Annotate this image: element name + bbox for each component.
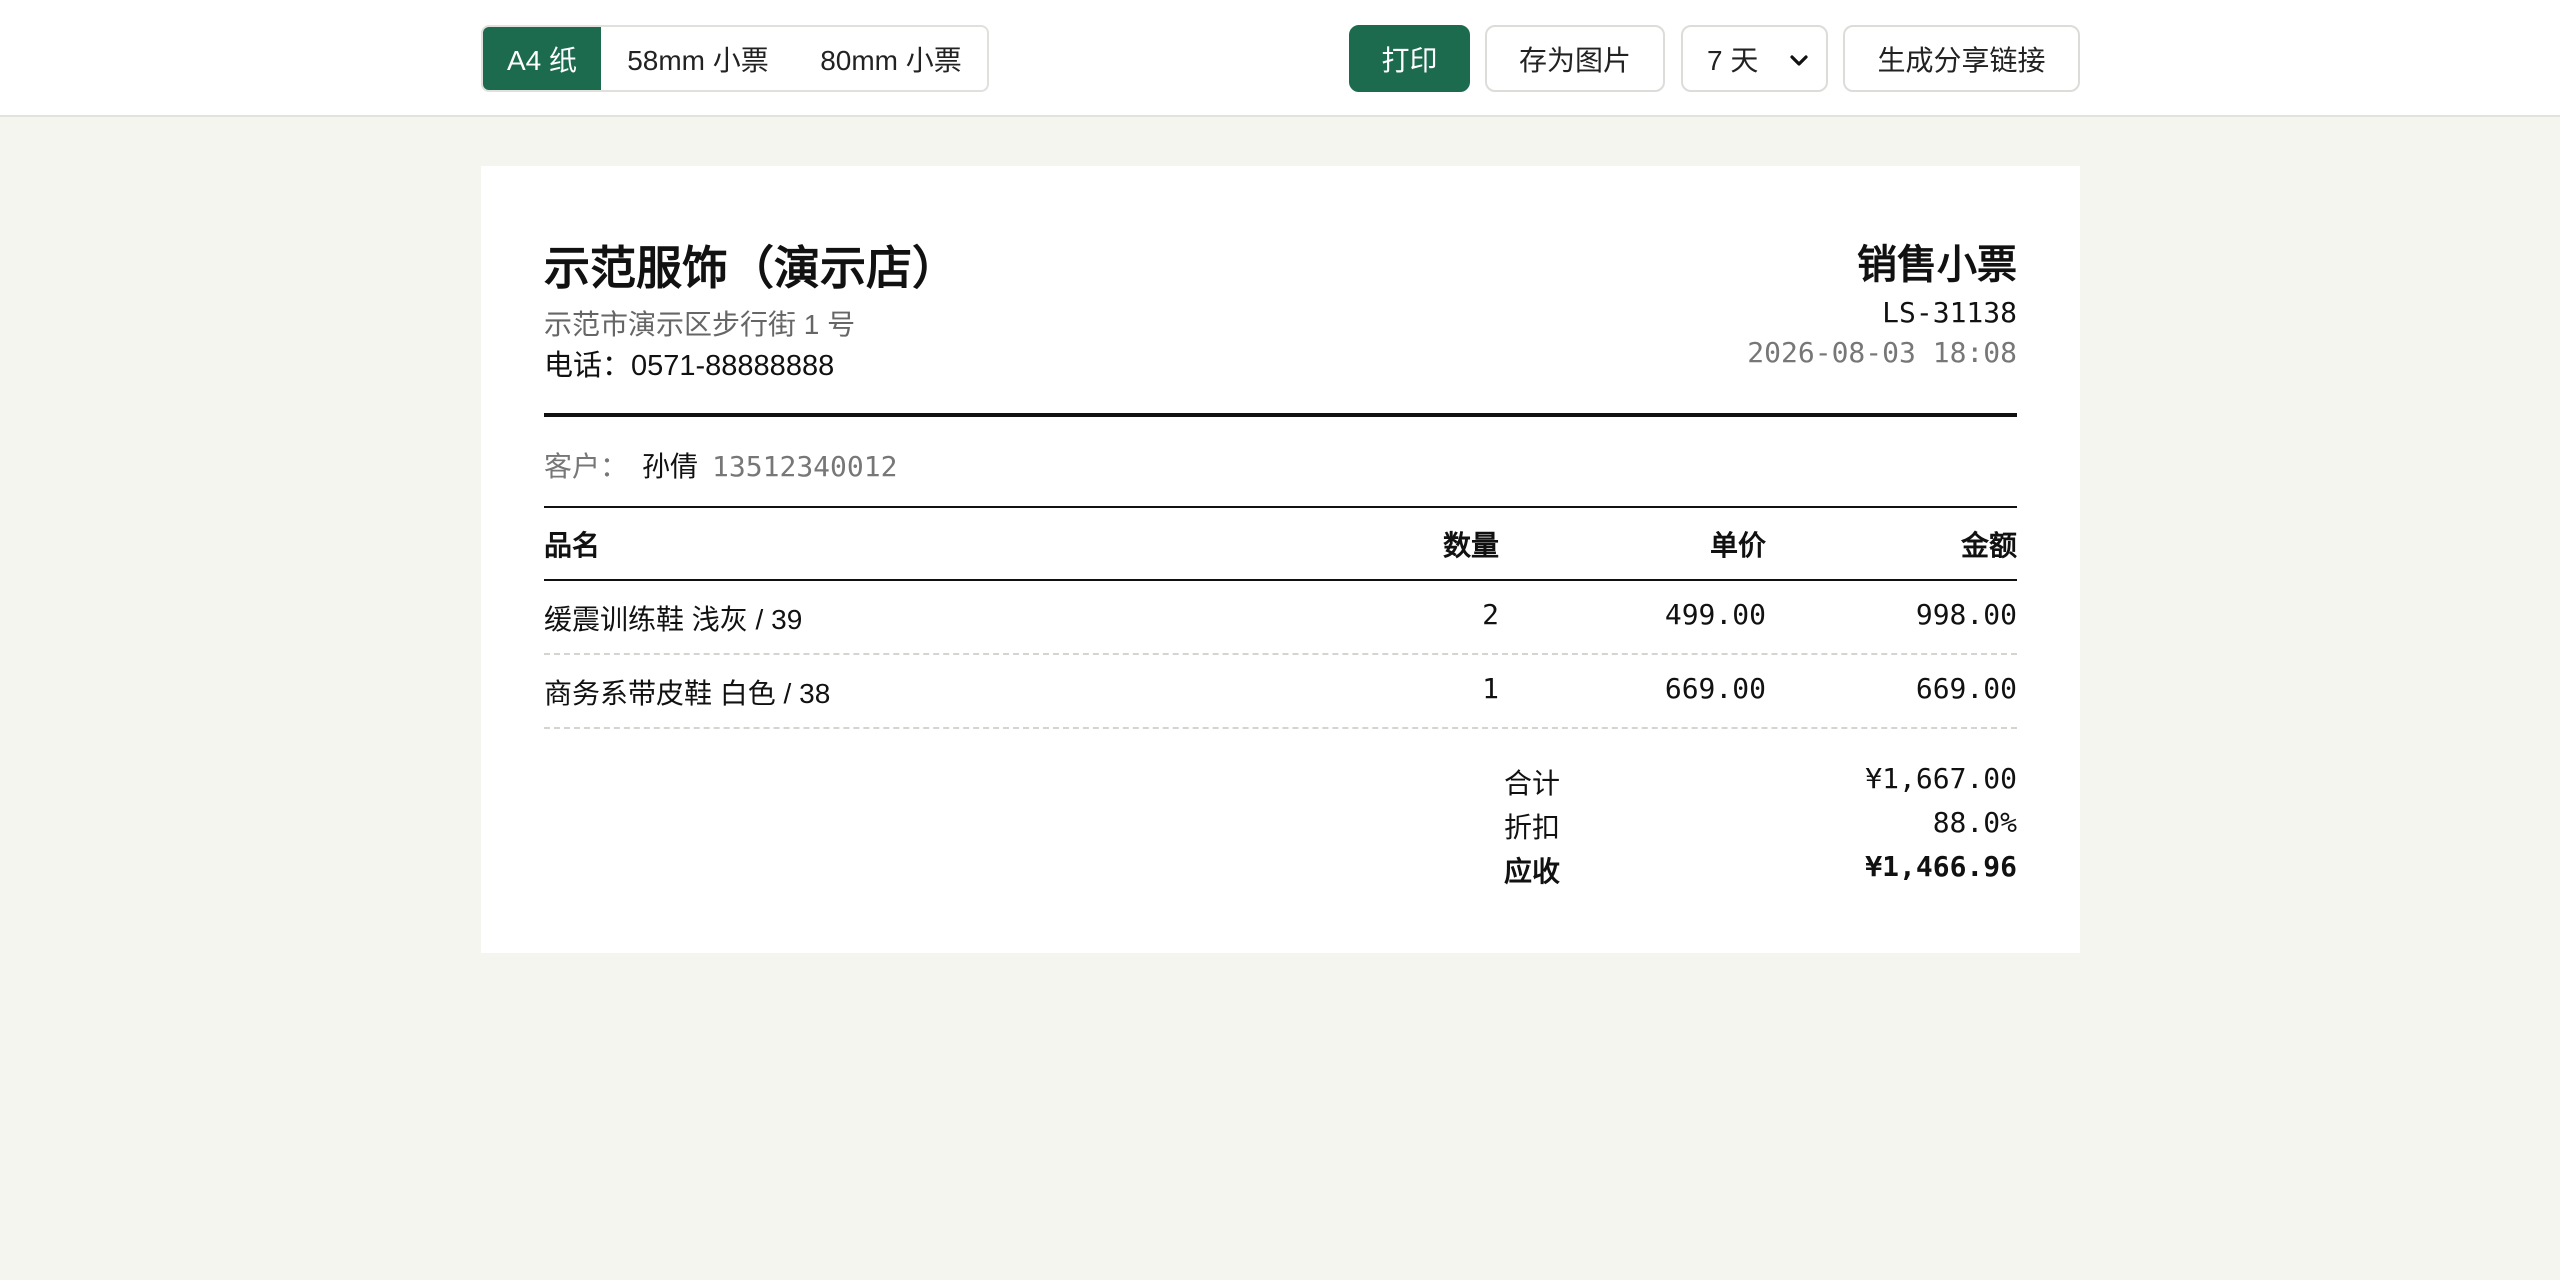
subtotal-value: ¥1,667.00 bbox=[1865, 762, 2017, 795]
paper-option-80mm[interactable]: 80mm 小票 bbox=[795, 27, 987, 90]
chevron-down-icon bbox=[1790, 55, 1808, 66]
item-amount: 998.00 bbox=[1915, 598, 2017, 631]
customer-name: 孙倩 bbox=[642, 451, 699, 482]
row-divider bbox=[544, 727, 2017, 729]
item-price: 499.00 bbox=[1664, 598, 1766, 631]
table-header-divider bbox=[544, 579, 2017, 581]
header-divider bbox=[544, 413, 2017, 417]
item-amount: 669.00 bbox=[1915, 672, 2017, 705]
store-name: 示范服饰（演示店） bbox=[544, 242, 958, 294]
discount-value: 88.0% bbox=[1932, 806, 2017, 839]
customer-info: 客户： 孙倩 13512340012 bbox=[544, 445, 897, 485]
paper-option-58mm[interactable]: 58mm 小票 bbox=[601, 27, 795, 90]
item-price: 669.00 bbox=[1664, 672, 1766, 705]
store-phone: 电话：0571-88888888 bbox=[544, 350, 835, 382]
item-name: 商务系带皮鞋 白色 / 38 bbox=[544, 678, 831, 709]
column-header-name: 品名 bbox=[544, 530, 601, 561]
receipt-paper: 示范服饰（演示店） 示范市演示区步行街 1 号 电话：0571-88888888… bbox=[481, 166, 2080, 953]
receipt-number: LS-31138 bbox=[1882, 296, 2017, 329]
column-header-qty: 数量 bbox=[1442, 530, 1499, 561]
receipt-datetime: 2026-08-03 18:08 bbox=[1747, 336, 2017, 369]
customer-phone: 13512340012 bbox=[712, 450, 898, 483]
generate-share-link-button[interactable]: 生成分享链接 bbox=[1843, 25, 2080, 92]
share-expiry-select[interactable]: 7 天 bbox=[1681, 25, 1828, 92]
paper-option-a4[interactable]: A4 纸 bbox=[483, 27, 601, 90]
item-qty: 2 bbox=[1482, 598, 1499, 631]
amount-due-label: 应收 bbox=[1504, 856, 1561, 887]
customer-label: 客户： bbox=[544, 451, 629, 482]
paper-size-selector: A4 纸 58mm 小票 80mm 小票 bbox=[481, 25, 989, 92]
column-header-price: 单价 bbox=[1709, 530, 1766, 561]
subtotal-label: 合计 bbox=[1504, 768, 1561, 799]
share-expiry-value: 7 天 bbox=[1707, 44, 1759, 76]
row-divider bbox=[544, 653, 2017, 655]
receipt-title: 销售小票 bbox=[1857, 243, 2017, 287]
column-header-amount: 金额 bbox=[1960, 530, 2017, 561]
discount-label: 折扣 bbox=[1504, 812, 1561, 843]
item-name: 缓震训练鞋 浅灰 / 39 bbox=[544, 604, 803, 635]
toolbar: A4 纸 58mm 小票 80mm 小票 打印 存为图片 7 天 生成分享链接 bbox=[0, 0, 2560, 117]
item-qty: 1 bbox=[1482, 672, 1499, 705]
print-button[interactable]: 打印 bbox=[1349, 25, 1470, 92]
save-image-button[interactable]: 存为图片 bbox=[1485, 25, 1665, 92]
amount-due-value: ¥1,466.96 bbox=[1865, 850, 2017, 883]
store-address: 示范市演示区步行街 1 号 bbox=[544, 309, 856, 340]
table-top-divider bbox=[544, 506, 2017, 508]
